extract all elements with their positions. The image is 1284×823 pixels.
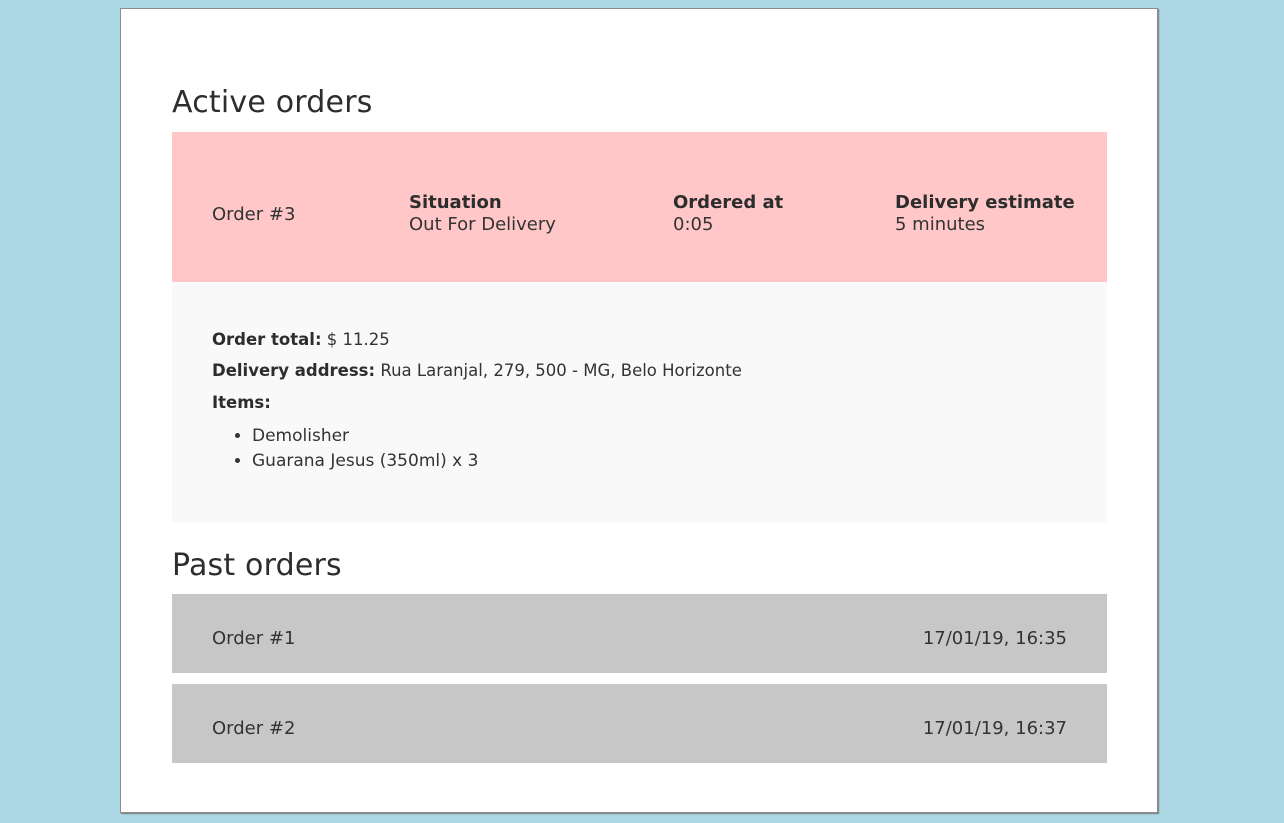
active-order-label: Order #3: [212, 204, 296, 225]
active-orders-title: Active orders: [172, 85, 373, 120]
past-order-row[interactable]: Order #2 17/01/19, 16:37: [172, 684, 1107, 763]
delivery-estimate-label: Delivery estimate: [895, 192, 1075, 213]
items-list: Demolisher Guarana Jesus (350ml) x 3: [212, 424, 478, 474]
ordered-at-column: Ordered at 0:05: [673, 192, 783, 236]
delivery-estimate-value: 5 minutes: [895, 214, 986, 235]
active-order-header[interactable]: Order #3 Situation Out For Delivery Orde…: [172, 132, 1107, 282]
items-line: Items:: [212, 393, 271, 412]
past-order-label: Order #1: [212, 628, 296, 649]
delivery-address-label: Delivery address:: [212, 361, 376, 380]
delivery-address-value: Rua Laranjal, 279, 500 - MG, Belo Horizo…: [380, 361, 742, 380]
order-total-line: Order total: $ 11.25: [212, 330, 390, 349]
past-order-label: Order #2: [212, 718, 296, 739]
situation-label: Situation: [409, 192, 502, 213]
delivery-address-line: Delivery address: Rua Laranjal, 279, 500…: [212, 361, 742, 380]
ordered-at-value: 0:05: [673, 214, 714, 235]
orders-card: Active orders Order #3 Situation Out For…: [120, 8, 1158, 813]
items-label: Items:: [212, 393, 271, 412]
active-order-details: Order total: $ 11.25 Delivery address: R…: [172, 282, 1107, 522]
past-order-row[interactable]: Order #1 17/01/19, 16:35: [172, 594, 1107, 673]
situation-column: Situation Out For Delivery: [409, 192, 556, 236]
ordered-at-label: Ordered at: [673, 192, 784, 213]
order-total-label: Order total:: [212, 330, 322, 349]
order-total-value: $ 11.25: [326, 330, 390, 349]
past-order-date: 17/01/19, 16:35: [922, 628, 1067, 649]
delivery-estimate-column: Delivery estimate 5 minutes: [895, 192, 1075, 236]
past-orders-title: Past orders: [172, 548, 342, 583]
situation-value: Out For Delivery: [409, 214, 556, 235]
past-order-date: 17/01/19, 16:37: [922, 718, 1067, 739]
list-item: Demolisher: [252, 424, 478, 449]
list-item: Guarana Jesus (350ml) x 3: [252, 449, 478, 474]
